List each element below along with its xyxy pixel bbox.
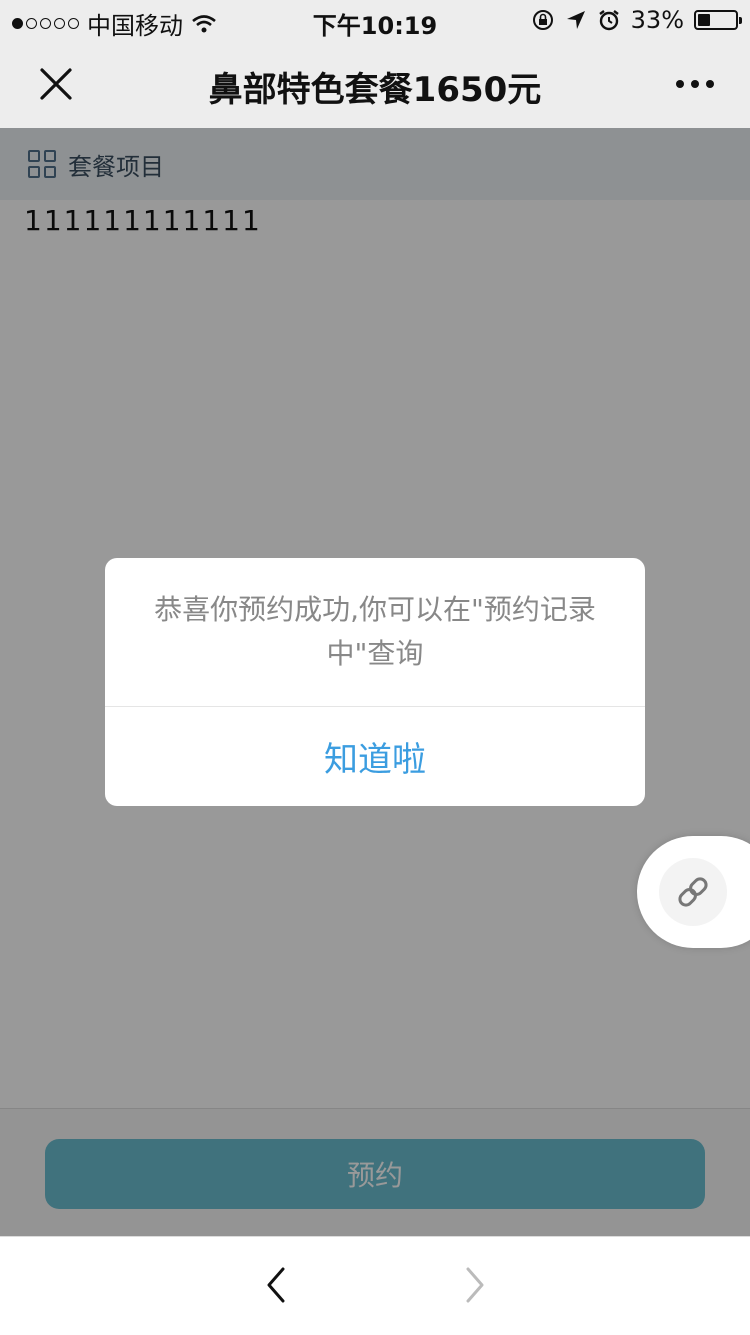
status-right: 33% xyxy=(531,6,742,34)
location-arrow-icon xyxy=(566,11,585,29)
chevron-left-icon xyxy=(267,1267,285,1303)
more-options-button[interactable] xyxy=(670,60,720,108)
navigation-bar: 鼻部特色套餐1650元 xyxy=(0,40,750,128)
floating-link-inner xyxy=(659,858,727,926)
forward-button[interactable] xyxy=(452,1263,496,1307)
chevron-right-icon xyxy=(466,1267,484,1303)
page-title: 鼻部特色套餐1650元 xyxy=(208,70,542,110)
rotation-lock-icon xyxy=(532,10,553,30)
back-button[interactable] xyxy=(255,1263,299,1307)
alarm-icon xyxy=(598,10,619,31)
dialog-message: 恭喜你预约成功,你可以在"预约记录中"查询 xyxy=(154,593,596,670)
success-dialog: 恭喜你预约成功,你可以在"预约记录中"查询 知道啦 xyxy=(105,558,645,806)
battery-percent: 33% xyxy=(630,6,684,34)
browser-toolbar xyxy=(0,1236,750,1335)
floating-link-button[interactable] xyxy=(637,836,750,948)
status-bar: 中国移动 下午10:19 33% xyxy=(0,0,750,40)
more-icon xyxy=(676,80,684,88)
battery-icon xyxy=(694,10,742,30)
link-icon xyxy=(678,877,708,907)
dialog-ok-button[interactable]: 知道啦 xyxy=(105,707,645,806)
